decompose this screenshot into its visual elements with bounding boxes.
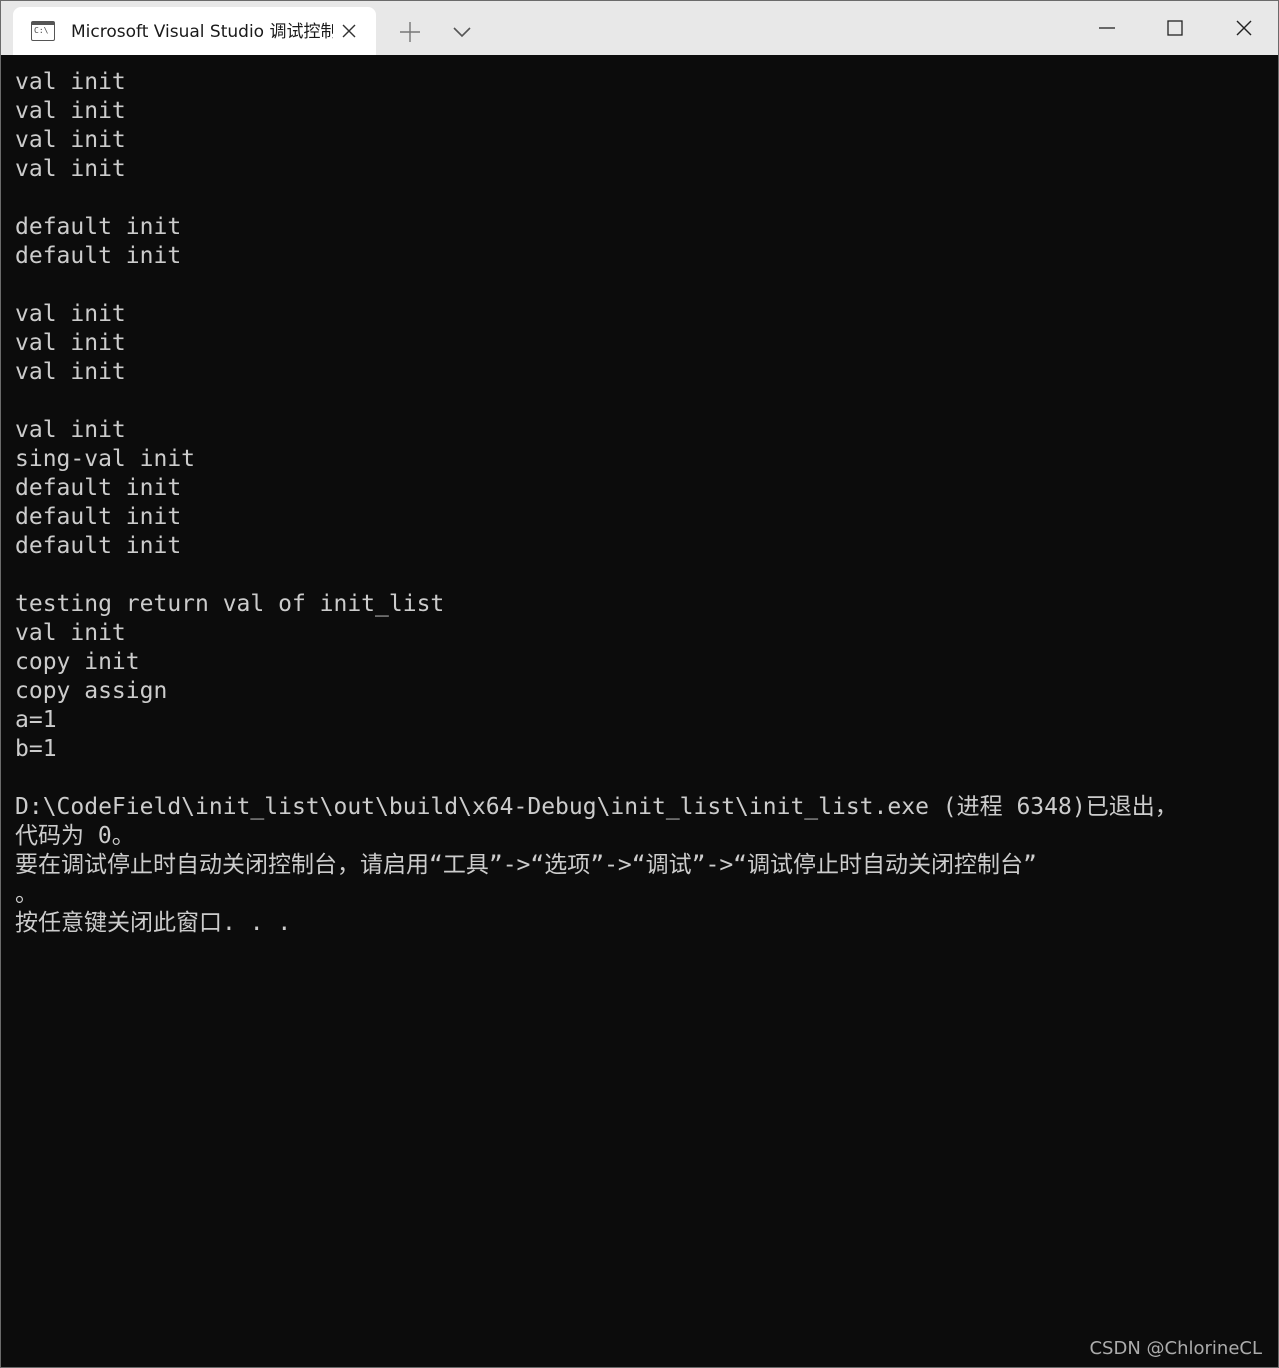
console-line: 按任意键关闭此窗口. . . <box>15 910 292 936</box>
console-line: 。 <box>15 881 38 907</box>
console-line: D:\CodeField\init_list\out\build\x64-Deb… <box>15 794 1178 820</box>
minimize-icon <box>1099 27 1115 29</box>
console-line: copy init <box>15 649 140 675</box>
new-tab-plus-icon[interactable] <box>395 17 425 47</box>
chevron-down-icon[interactable] <box>447 17 477 47</box>
console-line: default init <box>15 475 182 501</box>
console-line: val init <box>15 330 126 356</box>
console-line: default init <box>15 533 182 559</box>
maximize-button[interactable] <box>1141 1 1209 55</box>
console-line: val init <box>15 69 126 95</box>
console-output-area[interactable]: val init val init val init val init default … <box>1 55 1278 1367</box>
watermark: CSDN @ChlorineCL <box>1089 1338 1262 1359</box>
tab-debug-console[interactable]: C:\ Microsoft Visual Studio 调试控制台 <box>13 7 376 55</box>
console-line: val init <box>15 301 126 327</box>
console-line: testing return val of init_list <box>15 591 445 617</box>
console-line: default init <box>15 214 182 240</box>
terminal-window: C:\ Microsoft Visual Studio 调试控制台 val in… <box>0 0 1279 1368</box>
console-line: a=1 <box>15 707 57 733</box>
console-line: copy assign <box>15 678 168 704</box>
console-line: 代码为 0。 <box>15 823 135 849</box>
console-line: val init <box>15 98 126 124</box>
minimize-button[interactable] <box>1073 1 1141 55</box>
console-line: default init <box>15 243 182 269</box>
console-line: val init <box>15 359 126 385</box>
maximize-icon <box>1167 20 1183 36</box>
console-line: val init <box>15 156 126 182</box>
console-line: default init <box>15 504 182 530</box>
close-button[interactable] <box>1210 1 1278 55</box>
tab-close-icon[interactable] <box>337 19 361 43</box>
console-line: val init <box>15 127 126 153</box>
title-bar[interactable]: C:\ Microsoft Visual Studio 调试控制台 <box>1 1 1278 55</box>
console-line: val init <box>15 417 126 443</box>
console-line: sing-val init <box>15 446 196 472</box>
tab-title: Microsoft Visual Studio 调试控制台 <box>71 22 333 42</box>
console-output: val init val init val init val init default … <box>15 68 1178 938</box>
console-line: 要在调试停止时自动关闭控制台，请启用“工具”->“选项”->“调试”->“调试停… <box>15 852 1037 878</box>
console-line: b=1 <box>15 736 57 762</box>
console-icon: C:\ <box>31 21 55 41</box>
close-icon <box>1236 20 1252 36</box>
console-line: val init <box>15 620 126 646</box>
